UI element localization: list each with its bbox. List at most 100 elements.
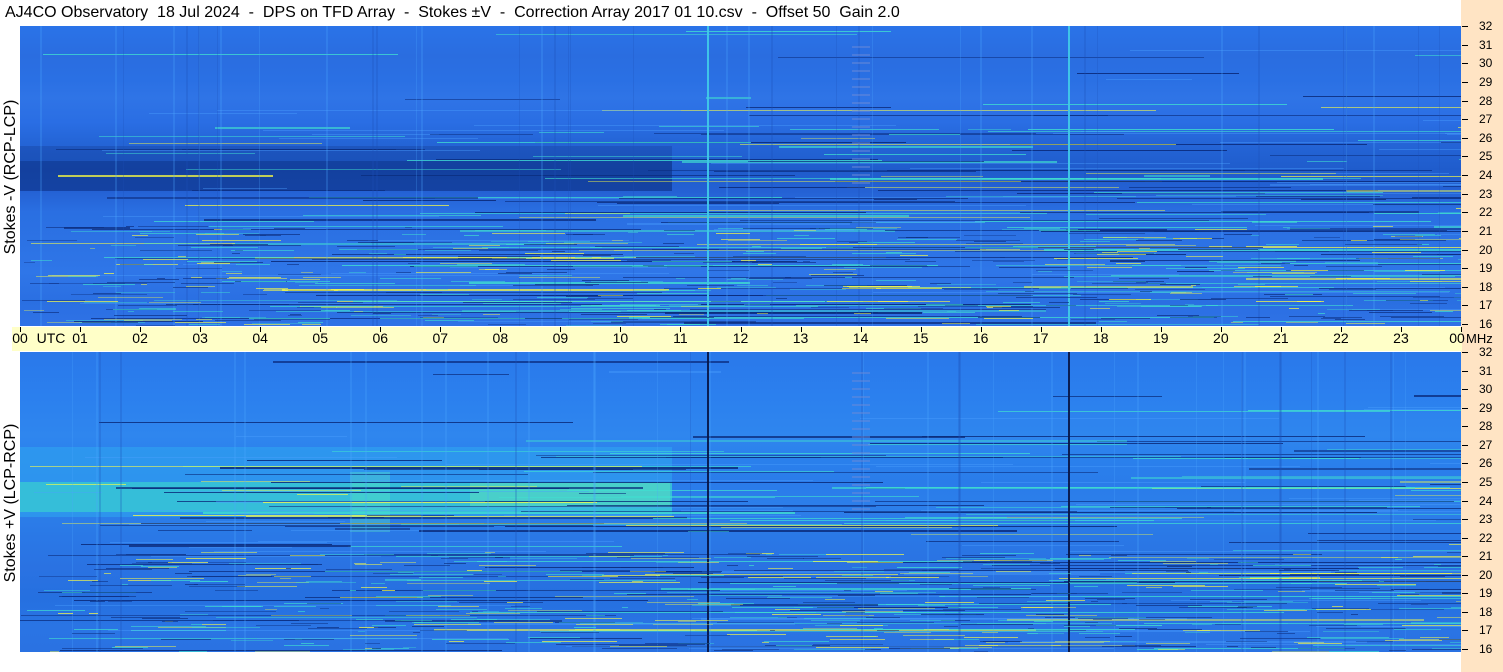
frequency-tick-label: 17 [1479,623,1493,638]
time-tick-label: 16 [972,330,989,346]
time-tick-mark [740,327,742,332]
frequency-tick-mark [1462,212,1468,214]
time-tick-mark [1220,327,1222,332]
frequency-tick-mark [1462,268,1468,270]
frequency-tick-label: 24 [1479,493,1493,508]
frequency-tick-label: 30 [1479,382,1493,397]
time-tick-mark [1461,327,1462,332]
frequency-tick-mark [1462,444,1468,446]
time-tick-label: 10 [612,330,629,346]
time-tick-label: 13 [792,330,809,346]
frequency-tick-label: 17 [1479,298,1493,313]
frequency-tick-mark [1462,426,1468,428]
utc-label: UTC [36,330,66,346]
frequency-tick-mark [1462,324,1468,325]
frequency-tick-mark [1462,389,1468,391]
frequency-tick-mark [1462,352,1468,353]
frequency-tick-mark [1462,26,1468,27]
frequency-tick-label: 32 [1479,345,1493,359]
frequency-tick-label: 25 [1479,149,1493,164]
time-tick-mark [1100,327,1102,332]
frequency-tick-label: 21 [1479,223,1493,238]
time-tick-mark [260,327,262,332]
frequency-tick-mark [1462,249,1468,251]
frequency-tick-mark [1462,407,1468,409]
time-tick-label: 11 [673,330,688,346]
time-tick-label: 04 [252,330,268,346]
frequency-tick-label: 32 [1479,19,1493,33]
frequency-tick-mark [1462,574,1468,576]
frequency-unit-label: MHz [1466,331,1493,346]
frequency-tick-label: 29 [1479,400,1493,415]
time-tick-mark [200,327,202,332]
frequency-tick-mark [1462,63,1468,65]
frequency-tick-label: 26 [1479,130,1493,145]
frequency-tick-mark [1462,137,1468,139]
frequency-tick-label: 23 [1479,186,1493,201]
time-tick-label: 18 [1092,330,1109,346]
time-tick-label: 05 [312,330,328,346]
frequency-tick-mark [1462,286,1468,288]
page-title: AJ4CO Observatory 18 Jul 2024 - DPS on T… [5,4,900,21]
frequency-tick-label: 27 [1479,112,1493,127]
frequency-tick-mark [1462,481,1468,483]
time-tick-mark [380,327,382,332]
time-tick-mark [1340,327,1342,332]
time-tick-mark [1160,327,1162,332]
time-tick-mark [980,327,982,332]
frequency-tick-mark [1462,81,1468,83]
spectrogram-top-panel[interactable] [20,26,1461,326]
time-tick-label: 17 [1032,330,1049,346]
frequency-tick-mark [1462,175,1468,176]
frequency-tick-label: 22 [1479,205,1493,220]
frequency-tick-label: 18 [1479,604,1493,619]
frequency-tick-label: 26 [1479,456,1493,471]
time-tick-label: 07 [432,330,449,346]
frequency-tick-mark [1462,44,1468,46]
time-tick-mark [680,327,682,332]
frequency-tick-label: 28 [1479,93,1493,108]
frequency-tick-label: 24 [1479,168,1493,182]
frequency-tick-mark [1462,630,1468,632]
top-panel-ylabel: Stokes -V (RCP-LCP) [2,99,19,255]
time-tick-label: 08 [492,330,509,346]
time-tick-label: 15 [912,330,929,346]
time-tick-label: 23 [1393,330,1409,346]
frequency-tick-label: 31 [1479,363,1493,378]
frequency-tick-label: 25 [1479,474,1493,489]
frequency-tick-mark [1462,649,1468,650]
frequency-tick-mark [1462,500,1468,502]
time-tick-mark [1040,327,1042,332]
time-tick-label: 01 [72,330,88,346]
frequency-tick-label: 20 [1479,242,1493,257]
frequency-tick-mark [1462,100,1468,102]
spectrogram-top-image [20,26,1461,326]
time-tick-mark [140,327,142,332]
frequency-tick-label: 16 [1479,317,1493,331]
frequency-tick-label: 22 [1479,530,1493,545]
frequency-tick-mark [1462,519,1468,521]
time-tick-mark [860,327,862,332]
time-tick-mark [1400,327,1402,332]
time-tick-label: 00 [1449,330,1465,346]
frequency-tick-label: 23 [1479,512,1493,527]
time-tick-label: 00 [12,330,28,346]
time-tick-label: 03 [192,330,208,346]
time-tick-mark [920,327,922,332]
time-tick-label: 09 [552,330,569,346]
time-tick-mark [1280,327,1282,332]
time-tick-mark [500,327,502,332]
spectrogram-bottom-image [20,352,1461,652]
time-tick-mark [440,327,442,332]
spectrogram-bottom-panel[interactable] [20,352,1461,652]
frequency-tick-label: 30 [1479,56,1493,71]
time-tick-label: 21 [1273,330,1289,346]
frequency-tick-label: 19 [1479,261,1493,276]
frequency-tick-label: 19 [1479,586,1493,601]
frequency-tick-mark [1462,556,1468,558]
frequency-tick-mark [1462,156,1468,158]
frequency-tick-mark [1462,370,1468,372]
time-tick-mark [320,327,322,332]
time-tick-label: 20 [1213,330,1229,346]
bottom-panel-ylabel: Stokes +V (LCP-RCP) [2,423,19,583]
